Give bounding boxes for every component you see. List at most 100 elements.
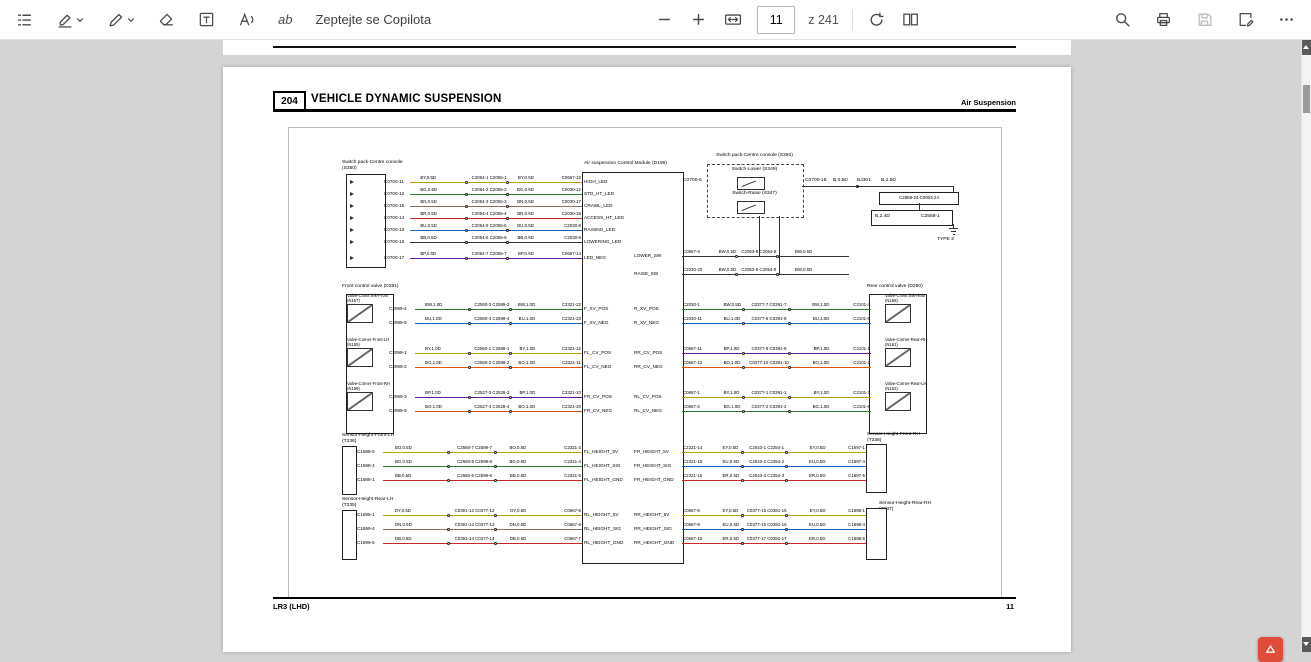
- wire-row: C0700-12 BG,0.5D C2054-2 C2055-2 BG,0.5D…: [384, 185, 632, 197]
- end-pin-label: C0030-12: [562, 188, 581, 193]
- scroll-down-button[interactable]: [1302, 637, 1311, 652]
- more-button[interactable]: [1276, 9, 1297, 30]
- wire-code: B,0.5D: [833, 178, 848, 184]
- wire-row: C0700-11 BY,0.5D C2054-1 C2055-1 BY,0.5D…: [384, 173, 632, 185]
- switch-signal-rows: LOWER_SW C0667-4 BW,0.5D C2053-8 C2054-8…: [632, 245, 849, 277]
- pin-label: C1688-1: [357, 477, 383, 483]
- erase-button[interactable]: [156, 9, 177, 30]
- fit-width-button[interactable]: [722, 9, 744, 30]
- connector-dot: [447, 451, 450, 454]
- wire-code: BW,1.0D: [518, 303, 535, 308]
- wire-code: BO,1.0D: [724, 361, 741, 366]
- draw-button[interactable]: [105, 9, 137, 30]
- wire-code: DN,0.5D: [509, 523, 526, 528]
- toc-button[interactable]: [14, 9, 35, 30]
- wire: BY,1.0D C2560-1 C2599-1 BY,1.0D C2321-12: [415, 342, 582, 356]
- wire: [802, 186, 953, 187]
- scroll-up-button[interactable]: [1302, 40, 1311, 55]
- switch-pack-left-label: Switch pack-Centre console (S350): [342, 160, 412, 171]
- wire-code: BB,0.5D: [517, 236, 533, 241]
- vertical-scrollbar[interactable]: [1301, 40, 1311, 652]
- wire-code: BY,0.5D: [518, 176, 534, 181]
- connector-dot: [788, 396, 791, 399]
- ground-type-label: TYPE 3: [937, 237, 954, 243]
- wire: C0667-9 EU,0.5D C0377-16 C0391-16 EU,0.5…: [682, 518, 866, 532]
- title-rule: [273, 109, 1016, 112]
- wire-code: BO,1.0D: [518, 361, 535, 366]
- end-pin-label: C1698-5: [848, 537, 865, 542]
- wire-code: DN,0.5D: [395, 523, 412, 528]
- wire-row: RAISE_SW C2030-20 BW,0.5D C2053-9 C2054-…: [632, 263, 849, 277]
- wire: C2030-11 BU,1.0D C0377-6 C0391-8 BU,1.0D…: [682, 312, 871, 326]
- end-pin-label: C2321-20: [562, 405, 581, 410]
- wire-code: BN,0.5D: [420, 200, 437, 205]
- connector-dot: [741, 542, 744, 545]
- pin-label: C2030-11: [683, 317, 702, 322]
- end-pin-label: C1697-4: [848, 460, 865, 465]
- wiring-diagram: Air suspension Control Module (D199) Swi…: [288, 127, 1002, 599]
- copilot-button[interactable]: Zeptejte se Copilota: [313, 10, 433, 29]
- wire-code: DY,0.5D: [510, 509, 526, 514]
- front-valve-rows: C2099-4 BW,1.0D C2560-3 C2599-3 BW,1.0D …: [389, 298, 632, 414]
- save-button[interactable]: [1194, 9, 1215, 30]
- wire-code: BO,1.0D: [518, 405, 535, 410]
- pin-label: C0700-16: [384, 239, 410, 245]
- read-aloud-button[interactable]: [236, 9, 257, 30]
- zoom-in-button[interactable]: [688, 9, 709, 30]
- end-pin-label: C2321-11: [562, 361, 581, 366]
- translate-button[interactable]: ab: [276, 10, 294, 29]
- arrow-up-icon: [1303, 45, 1309, 49]
- scrollbar-thumb[interactable]: [1303, 85, 1310, 113]
- end-pin-label: C1698-1: [848, 509, 865, 514]
- wire-code: BB,0.5D: [395, 474, 411, 479]
- signal-label: FR_CV_NEG: [582, 408, 632, 414]
- pin-label: C0667-8: [683, 509, 700, 514]
- valve-item: Valve-Corner-Rear-LH (N162): [885, 382, 931, 411]
- wire-code: BU,1.0D: [519, 317, 536, 322]
- zoom-out-button[interactable]: [654, 9, 675, 30]
- end-pin-label: C2321-5: [564, 474, 581, 479]
- footer-model-label: LR3 (LHD): [273, 602, 310, 611]
- pdf-viewport[interactable]: 204 VEHICLE DYNAMIC SUSPENSION Air Suspe…: [0, 40, 1311, 652]
- wire: BO,1.0D C2560-2 C2599-2 BO,1.0D C2321-11: [415, 356, 582, 370]
- sensor-front-rh-label: Sensor-Height-Front-RH (T238): [867, 432, 929, 443]
- wire: BU,1.0D C2560-4 C2599-4 BU,1.0D C2321-23: [415, 312, 582, 326]
- wire: DB,0.5D C0391-14 C0377-14 DB,0.5D C0667-…: [383, 532, 582, 546]
- wire-code: ER,0.5D: [722, 474, 739, 479]
- connector-dot: [741, 528, 744, 531]
- save-as-button[interactable]: [1235, 9, 1256, 30]
- end-pin-label: C1697-5: [848, 474, 865, 479]
- connector-codes: C2053-9 C2054-9: [741, 268, 776, 273]
- connector-dot: [509, 308, 512, 311]
- end-pin-label: C2321-12: [562, 347, 581, 352]
- connector-codes: C2560-4 C2599-4: [474, 317, 509, 322]
- text-box-icon: [198, 11, 215, 28]
- wire-row: RR_CV_POS C0667-11 BP,1.0D C0377-9 C0391…: [632, 342, 871, 356]
- wire-row: R_XV_NEG C2030-11 BU,1.0D C0377-6 C0391-…: [632, 312, 871, 326]
- wire-code: ER,0.5D: [809, 537, 826, 542]
- rotate-button[interactable]: [866, 9, 887, 30]
- page-number-input[interactable]: [757, 6, 795, 34]
- open-in-acrobat-button[interactable]: [1258, 637, 1283, 662]
- page-view-button[interactable]: [900, 9, 921, 30]
- add-text-button[interactable]: [196, 9, 217, 30]
- chevron-down-icon: [76, 16, 84, 24]
- connector-dot: [447, 465, 450, 468]
- connector-dot: [506, 193, 509, 196]
- wire-code: DB,0.5D: [510, 537, 527, 542]
- end-pin-label: C0667-6: [564, 523, 581, 528]
- highlight-button[interactable]: [54, 9, 86, 30]
- connector-dot: [788, 308, 791, 311]
- arrow-down-icon: [1303, 642, 1309, 646]
- pin-label: C0667-11: [683, 347, 702, 352]
- wire-row: C0700-17 BP,0.5D C2054-7 C2055-7 BP,0.5D…: [384, 249, 632, 261]
- print-button[interactable]: [1153, 9, 1174, 30]
- end-pin-label: C0667-14: [562, 252, 581, 257]
- valve-item: Valve-Corner-Front-LH (N159): [347, 338, 393, 367]
- pin-label: C2030-1: [683, 303, 700, 308]
- signal-label: RL_HEIGHT_GND: [582, 540, 632, 546]
- search-button[interactable]: [1112, 9, 1133, 30]
- connector-dot: [465, 193, 468, 196]
- wire: C0667-12 BO,1.0D C0377-10 C0391-10 BO,1.…: [682, 356, 871, 370]
- connector-dot: [494, 465, 497, 468]
